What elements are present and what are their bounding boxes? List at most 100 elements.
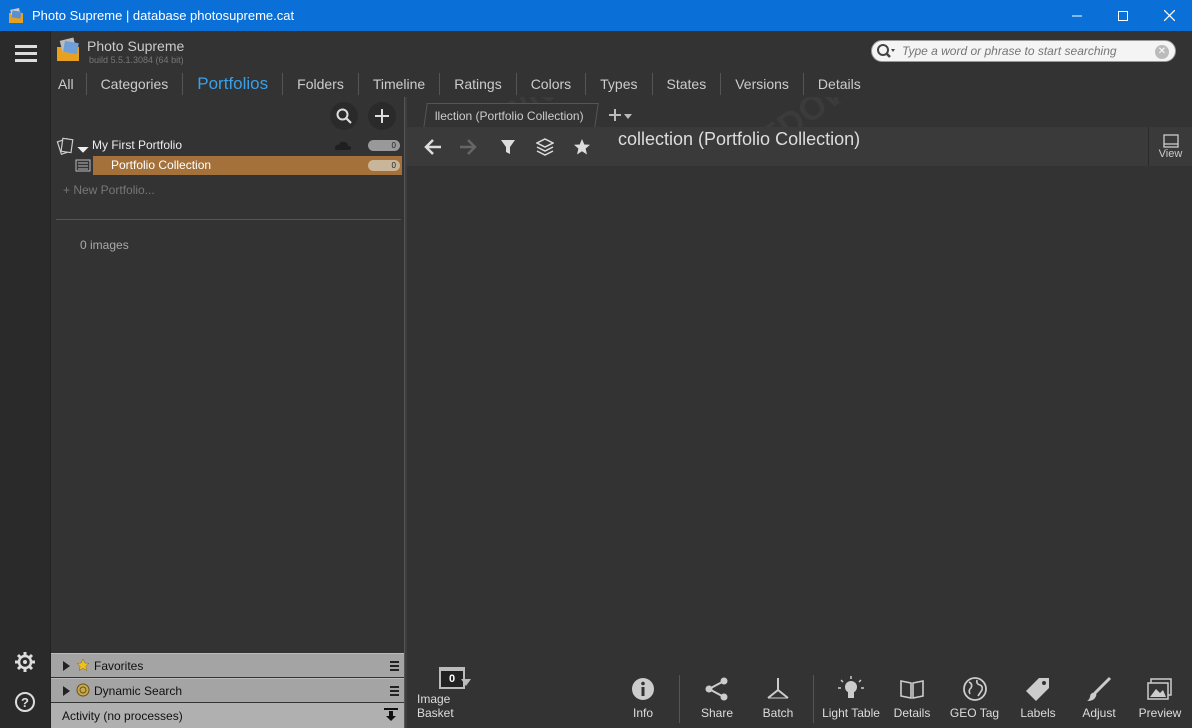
- panel-menu-icon[interactable]: [390, 686, 399, 698]
- preview-button[interactable]: Preview: [1137, 671, 1183, 728]
- search-icon: [877, 44, 895, 58]
- cloud-icon[interactable]: [334, 141, 352, 151]
- add-tab-button[interactable]: [608, 106, 634, 127]
- tag-icon: [1026, 678, 1049, 701]
- plus-dropdown-icon: [609, 109, 632, 121]
- funnel-icon: [501, 140, 515, 154]
- geo-tag-button[interactable]: GEO Tag: [947, 671, 1002, 728]
- tree-item-my-first-portfolio[interactable]: My First Portfolio 0: [51, 137, 405, 155]
- activity-label: Activity (no processes): [62, 709, 183, 723]
- dropdown-arrow-icon[interactable]: [461, 679, 471, 686]
- batch-button[interactable]: Batch: [758, 671, 798, 728]
- info-button[interactable]: Info: [623, 671, 663, 728]
- tab-details[interactable]: Details: [804, 73, 875, 95]
- view-icon: [1162, 133, 1179, 148]
- left-rail: ?: [0, 31, 51, 728]
- view-label: View: [1158, 147, 1183, 160]
- details-button[interactable]: Details: [892, 671, 932, 728]
- app-name: Photo Supreme: [87, 38, 185, 54]
- tree-item-label: My First Portfolio: [92, 138, 183, 152]
- brush-icon: [1087, 676, 1112, 701]
- close-button[interactable]: [1146, 0, 1192, 31]
- new-portfolio-link[interactable]: + New Portfolio...: [63, 183, 155, 197]
- svg-text:?: ?: [21, 695, 29, 710]
- filter-button[interactable]: [497, 136, 519, 158]
- favorites-panel-header[interactable]: Favorites: [51, 653, 405, 677]
- gear-icon[interactable]: [14, 651, 36, 673]
- star-icon: [76, 658, 90, 672]
- favorite-star-button[interactable]: [571, 136, 593, 158]
- labels-button[interactable]: Labels: [1018, 671, 1058, 728]
- share-button[interactable]: Share: [697, 671, 737, 728]
- tab-colors[interactable]: Colors: [517, 73, 587, 95]
- tab-timeline[interactable]: Timeline: [359, 73, 441, 95]
- divider: [56, 219, 401, 220]
- globe-icon: [962, 677, 987, 701]
- close-icon: [1163, 10, 1175, 21]
- thumbnail-area[interactable]: [407, 166, 1192, 671]
- activity-bar[interactable]: Activity (no processes): [51, 703, 405, 728]
- maximize-icon: [1118, 10, 1128, 21]
- app-header: Photo Supreme build 5.5.1.3084 (64 bit) …: [51, 31, 1192, 97]
- panel-menu-icon[interactable]: [390, 661, 399, 673]
- batch-icon: [767, 678, 789, 699]
- document-tab[interactable]: llection (Portfolio Collection): [423, 103, 599, 128]
- collection-icon: [75, 159, 91, 172]
- light-bulb-icon: [838, 676, 864, 698]
- forward-button[interactable]: [457, 136, 479, 158]
- tab-versions[interactable]: Versions: [721, 73, 804, 95]
- count-badge: 0: [368, 160, 400, 171]
- minimize-button[interactable]: [1054, 0, 1100, 31]
- back-button[interactable]: [422, 136, 444, 158]
- expand-arrow-icon: [63, 686, 70, 696]
- search-input[interactable]: [902, 44, 1152, 58]
- download-tray-icon[interactable]: [383, 708, 399, 722]
- tab-ratings[interactable]: Ratings: [440, 73, 517, 95]
- search-box[interactable]: ✕: [871, 40, 1176, 62]
- expand-triangle-icon[interactable]: [77, 141, 89, 153]
- image-basket-button[interactable]: 0 Image Basket: [417, 667, 487, 728]
- window-title: Photo Supreme | database photosupreme.ca…: [32, 8, 295, 23]
- panel-add-button[interactable]: [368, 102, 396, 130]
- portfolio-panel: My First Portfolio 0 Portfolio Collectio…: [51, 97, 405, 728]
- dynamic-search-panel-header[interactable]: Dynamic Search: [51, 678, 405, 702]
- expand-arrow-icon: [63, 661, 70, 671]
- tab-all[interactable]: All: [51, 73, 87, 95]
- layers-icon: [536, 138, 554, 156]
- browser-toolbar: collection (Portfolio Collection) View: [407, 127, 1192, 166]
- arrow-left-icon: [424, 139, 441, 155]
- app-icon: [9, 7, 23, 23]
- arrow-right-icon: [460, 139, 477, 155]
- search-icon: [336, 108, 352, 124]
- tab-types[interactable]: Types: [586, 73, 653, 95]
- count-badge: 0: [368, 140, 400, 151]
- tab-categories[interactable]: Categories: [87, 73, 184, 95]
- tree-item-label: Portfolio Collection: [111, 158, 212, 172]
- favorites-label: Favorites: [94, 659, 144, 673]
- bottom-toolbar: 0 Image Basket Info Share Batch Light Ta…: [407, 667, 1192, 728]
- image-count: 0 images: [80, 238, 129, 252]
- tab-folders[interactable]: Folders: [283, 73, 359, 95]
- tree-item-portfolio-collection[interactable]: Portfolio Collection 0: [73, 156, 402, 175]
- help-icon[interactable]: ?: [14, 691, 36, 713]
- adjust-button[interactable]: Adjust: [1079, 671, 1119, 728]
- picture-icon: [1147, 678, 1172, 700]
- tab-portfolios[interactable]: Portfolios: [183, 73, 284, 95]
- hamburger-menu-icon[interactable]: [15, 45, 37, 63]
- dynamic-search-icon: [76, 683, 90, 697]
- book-icon: [900, 680, 924, 699]
- tab-states[interactable]: States: [653, 73, 722, 95]
- dynamic-search-label: Dynamic Search: [94, 684, 183, 698]
- star-icon: [574, 139, 590, 155]
- clear-search-icon[interactable]: ✕: [1155, 45, 1169, 59]
- window-titlebar: Photo Supreme | database photosupreme.ca…: [0, 0, 1192, 31]
- maximize-button[interactable]: [1100, 0, 1146, 31]
- plus-icon: [375, 109, 389, 123]
- collection-title: collection (Portfolio Collection): [618, 129, 861, 149]
- app-build: build 5.5.1.3084 (64 bit): [89, 55, 184, 65]
- light-table-button[interactable]: Light Table: [821, 671, 881, 728]
- panel-search-button[interactable]: [330, 102, 358, 130]
- nav-tabs: All Categories Portfolios Folders Timeli…: [51, 71, 875, 97]
- view-button[interactable]: View: [1148, 127, 1192, 166]
- stack-button[interactable]: [534, 136, 556, 158]
